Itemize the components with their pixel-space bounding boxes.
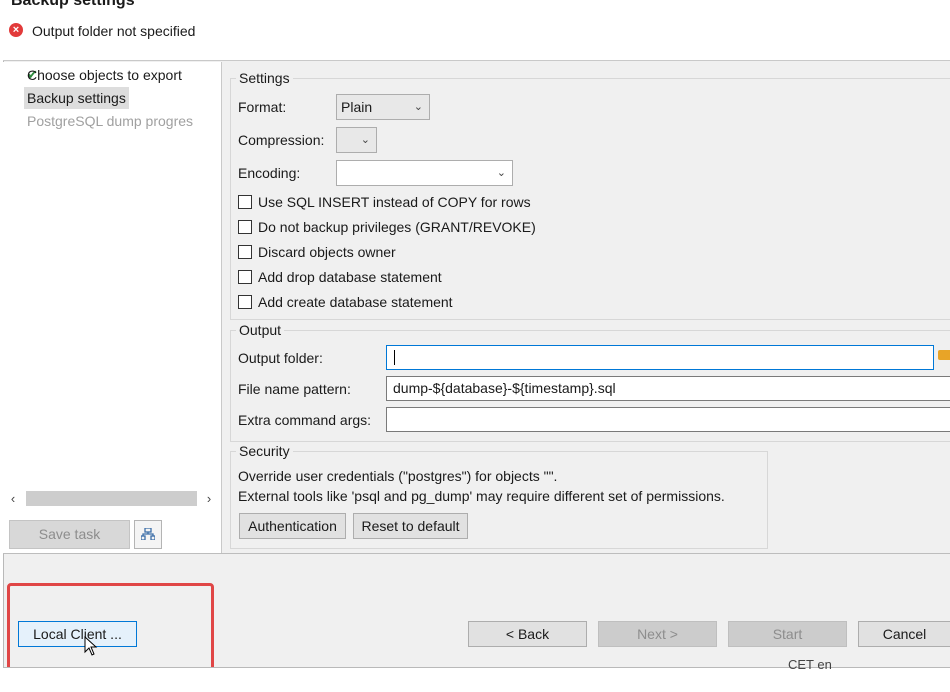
extra-args-label: Extra command args: — [238, 412, 372, 428]
back-button[interactable]: < Back — [468, 621, 587, 647]
add-create-db-checkbox[interactable] — [238, 295, 252, 309]
header-divider — [3, 60, 950, 61]
reset-to-default-button[interactable]: Reset to default — [353, 513, 468, 539]
add-create-db-label[interactable]: Add create database statement — [258, 294, 453, 310]
save-task-button[interactable]: Save task — [9, 520, 130, 549]
scroll-left-icon[interactable]: ‹ — [5, 490, 21, 507]
extra-args-input[interactable] — [386, 407, 950, 432]
text-caret — [394, 350, 395, 365]
format-label: Format: — [238, 99, 287, 115]
format-select[interactable]: Plain ⌄ — [336, 94, 430, 120]
format-value: Plain — [341, 99, 373, 115]
output-folder-input[interactable] — [386, 345, 934, 370]
nav-horizontal-scrollbar[interactable]: ‹ › — [5, 490, 219, 507]
add-drop-db-checkbox[interactable] — [238, 270, 252, 284]
authentication-button[interactable]: Authentication — [239, 513, 346, 539]
settings-group-title: Settings — [236, 70, 293, 86]
task-config-icon — [141, 528, 155, 540]
mouse-cursor-icon — [84, 636, 98, 656]
chevron-down-icon: ⌄ — [413, 101, 423, 113]
compression-select[interactable]: ⌄ — [336, 127, 377, 153]
dialog-title: Backup settings — [11, 0, 135, 9]
use-sql-insert-label[interactable]: Use SQL INSERT instead of COPY for rows — [258, 194, 531, 210]
error-icon: × — [9, 23, 23, 37]
cancel-button[interactable]: Cancel — [858, 621, 950, 647]
nav-item-backup-settings[interactable]: Backup settings — [24, 87, 129, 109]
nav-item-choose-objects[interactable]: Choose objects to export — [24, 64, 185, 86]
no-privileges-checkbox[interactable] — [238, 220, 252, 234]
folder-icon[interactable] — [938, 350, 950, 360]
discard-owner-label[interactable]: Discard objects owner — [258, 244, 396, 260]
error-message: Output folder not specified — [32, 23, 196, 39]
security-note-permissions: External tools like 'psql and pg_dump' m… — [238, 488, 725, 504]
chevron-down-icon: ⌄ — [496, 167, 506, 179]
chevron-down-icon: ⌄ — [360, 134, 370, 146]
file-name-pattern-label: File name pattern: — [238, 381, 351, 397]
security-group-title: Security — [236, 443, 293, 459]
no-privileges-label[interactable]: Do not backup privileges (GRANT/REVOKE) — [258, 219, 536, 235]
discard-owner-checkbox[interactable] — [238, 245, 252, 259]
add-drop-db-label[interactable]: Add drop database statement — [258, 269, 442, 285]
output-group-title: Output — [236, 322, 285, 338]
footer-divider — [3, 553, 950, 554]
wizard-nav: ✔ Choose objects to export Backup settin… — [3, 62, 222, 554]
use-sql-insert-checkbox[interactable] — [238, 195, 252, 209]
nav-item-dump-progress: PostgreSQL dump progres — [27, 113, 194, 129]
taskbar-locale: CET en — [788, 657, 832, 672]
file-name-pattern-input[interactable]: dump-${database}-${timestamp}.sql — [386, 376, 950, 401]
next-button: Next > — [598, 621, 717, 647]
output-folder-label: Output folder: — [238, 350, 323, 366]
scroll-thumb[interactable] — [26, 491, 197, 506]
annotation-highlight-box — [7, 583, 214, 677]
security-note-credentials: Override user credentials ("postgres") f… — [238, 468, 558, 484]
compression-label: Compression: — [238, 132, 325, 148]
encoding-select[interactable]: ⌄ — [336, 160, 513, 186]
scroll-right-icon[interactable]: › — [201, 490, 217, 507]
task-config-button[interactable] — [134, 520, 162, 549]
start-button: Start — [728, 621, 847, 647]
encoding-label: Encoding: — [238, 165, 301, 181]
